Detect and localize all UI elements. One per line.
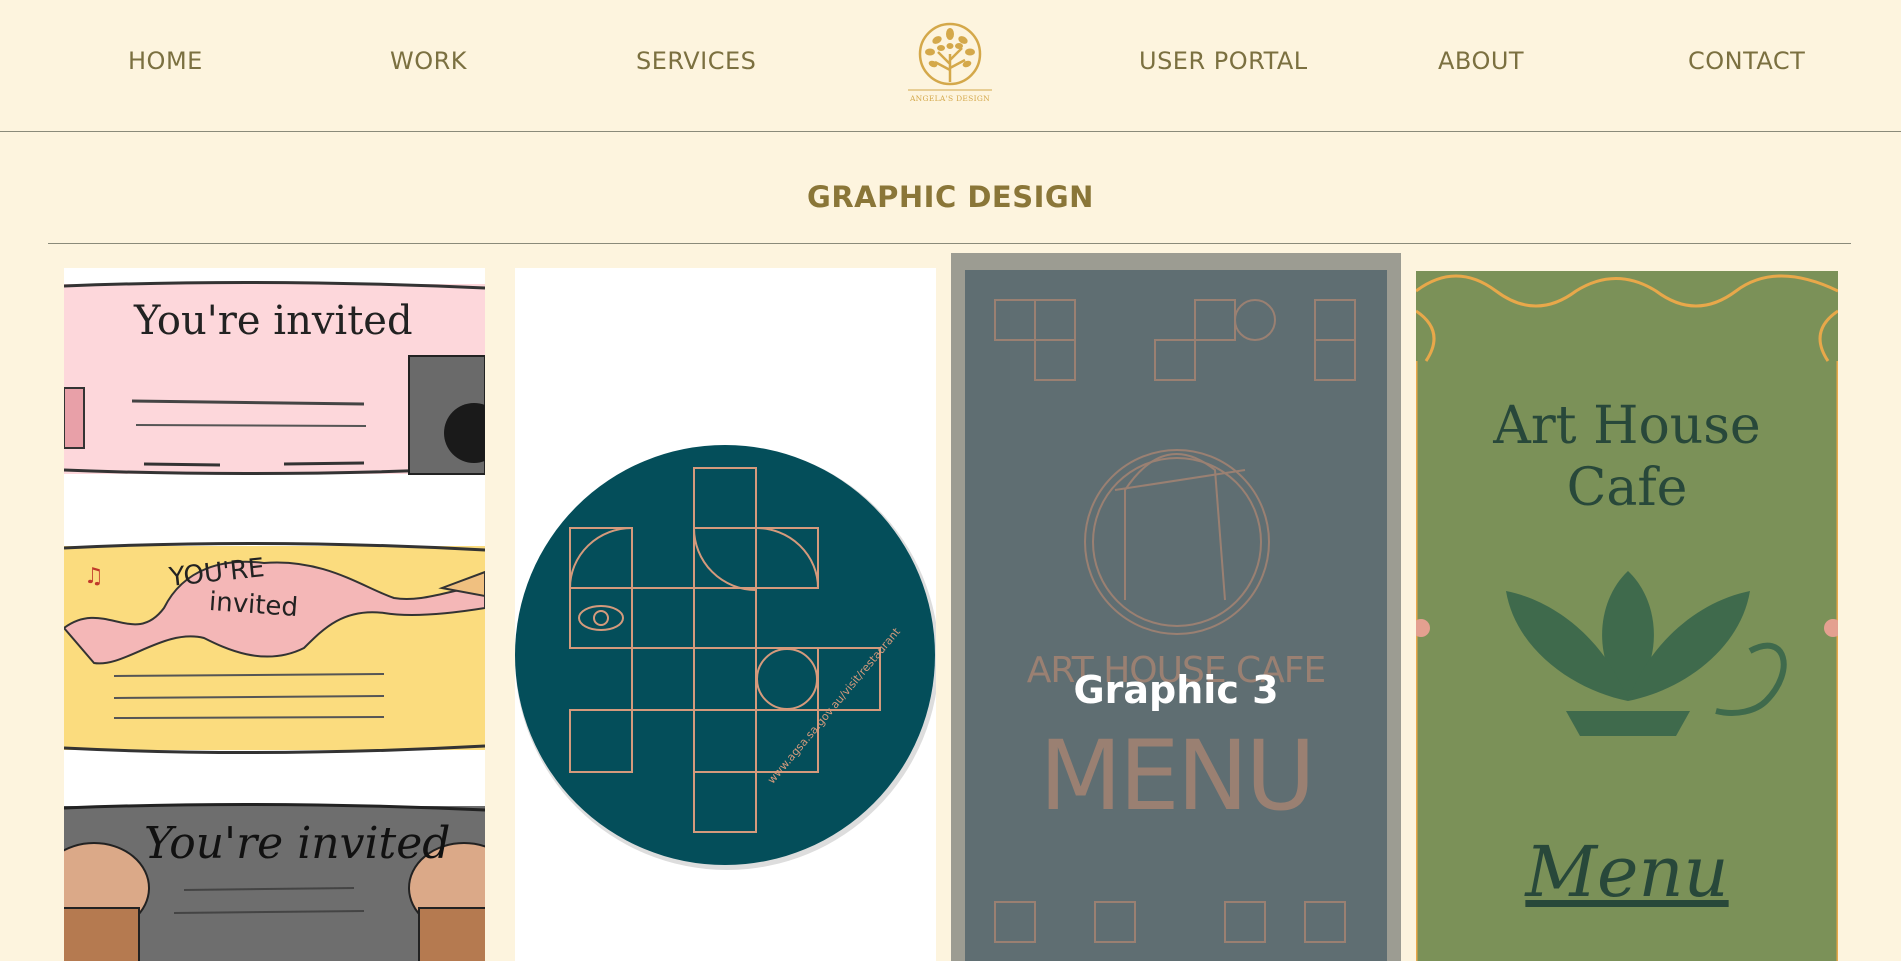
green-menu-title-2: Cafe xyxy=(1566,458,1688,518)
nav-contact[interactable]: CONTACT xyxy=(1688,47,1805,75)
nav-home[interactable]: HOME xyxy=(128,47,203,75)
angelas-design-logo[interactable]: ANGELA'S DESIGN xyxy=(905,20,995,110)
top-navigation: HOME WORK SERVICES ANGELA'S DESIGN USER … xyxy=(0,0,1901,132)
nav-services[interactable]: SERVICES xyxy=(636,47,756,75)
nav-work[interactable]: WORK xyxy=(390,47,467,75)
green-menu-word: Menu xyxy=(1525,831,1729,913)
invite-grey-text: You're invited xyxy=(144,818,451,869)
coaster-artwork xyxy=(515,445,936,870)
menu-cover: ART HOUSE CAFE MENU xyxy=(965,270,1387,961)
hover-caption: Graphic 3 xyxy=(1073,668,1279,712)
gallery-tile-coaster[interactable]: www.agsa.sa.gov.au/visit/restaurant xyxy=(515,268,936,961)
invite-pink-text: You're invited xyxy=(134,298,413,344)
svg-text:♫: ♫ xyxy=(84,564,104,589)
gallery-tile-menu-hover[interactable]: ART HOUSE CAFE MENU Graphic 3 xyxy=(951,253,1401,961)
gallery-tile-green-menu[interactable]: Art House Cafe Menu xyxy=(1416,271,1838,961)
invite-yellow-text-2: invited xyxy=(208,586,299,624)
nav-about[interactable]: ABOUT xyxy=(1438,47,1524,75)
menu-word: MENU xyxy=(1039,720,1316,832)
page-title: GRAPHIC DESIGN xyxy=(807,180,1094,214)
logo-text: ANGELA'S DESIGN xyxy=(909,94,991,103)
menu-cover-artwork xyxy=(994,299,1356,943)
gallery-tile-invitations[interactable]: ♫ You're invited YOU'RE invited You're i… xyxy=(64,268,485,961)
nav-user-portal[interactable]: USER PORTAL xyxy=(1139,47,1308,75)
title-divider xyxy=(48,243,1851,244)
green-menu-title-1: Art House xyxy=(1493,396,1761,456)
